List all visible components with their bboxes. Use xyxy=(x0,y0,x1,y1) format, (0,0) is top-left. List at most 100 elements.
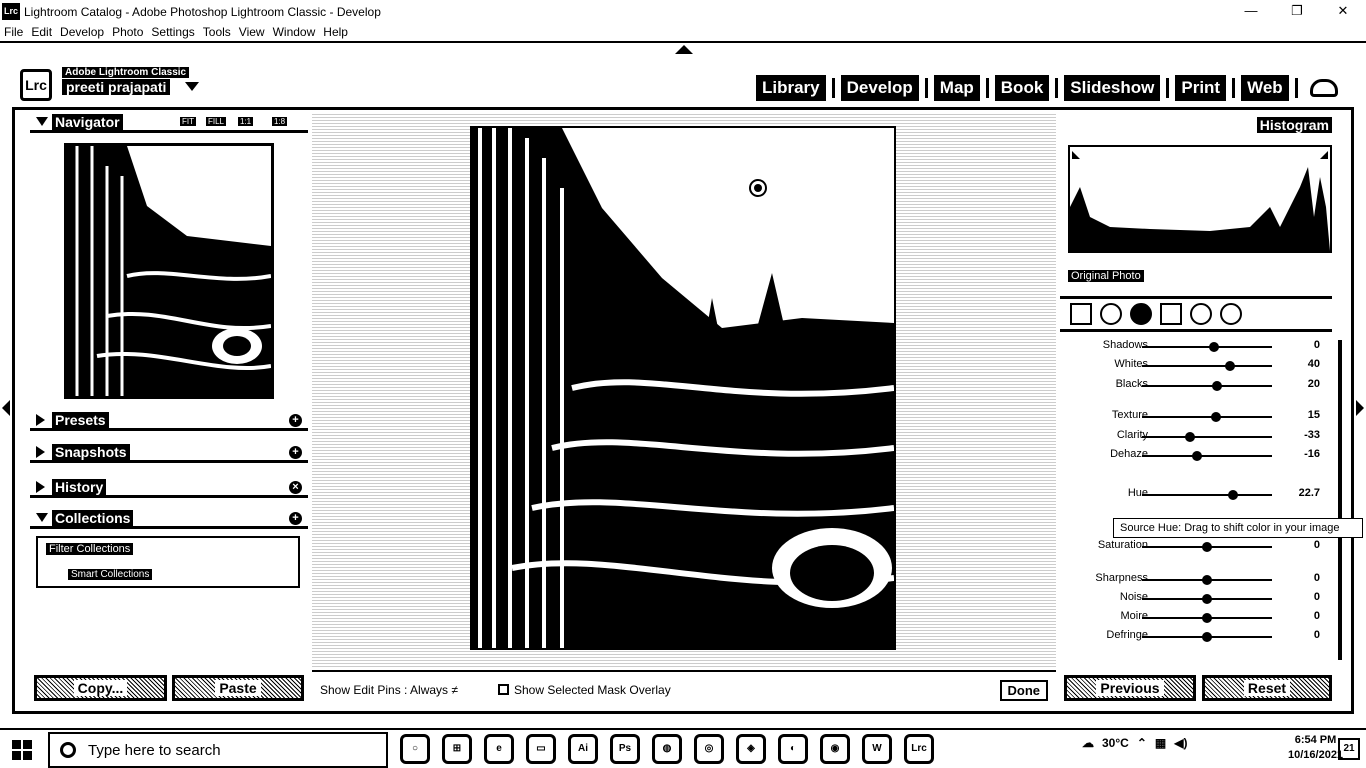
previous-button[interactable]: Previous xyxy=(1064,675,1196,701)
sharpness-knob[interactable] xyxy=(1202,575,1212,585)
moire-value[interactable]: 0 xyxy=(1296,610,1320,622)
brush-icon[interactable] xyxy=(1220,303,1242,325)
user-name[interactable]: preeti prajapati xyxy=(62,79,171,95)
zoom-1-1[interactable]: 1:1 xyxy=(238,117,254,126)
chevron-down-icon[interactable] xyxy=(185,82,199,91)
filter-collections-input[interactable]: Filter Collections xyxy=(46,543,134,555)
navigator-preview[interactable] xyxy=(64,143,274,399)
histogram-label[interactable]: Histogram xyxy=(1256,117,1332,133)
module-web[interactable]: Web xyxy=(1241,75,1289,101)
add-preset-icon[interactable]: + xyxy=(289,414,302,427)
network-icon[interactable]: ▦ xyxy=(1155,736,1166,750)
volume-icon[interactable]: ◀) xyxy=(1174,736,1187,750)
chrome-icon[interactable]: ◎ xyxy=(694,734,724,764)
radial-filter-icon[interactable] xyxy=(1190,303,1212,325)
temperature[interactable]: 30°C xyxy=(1102,736,1129,750)
zoom-fill[interactable]: FILL xyxy=(206,117,227,126)
app-icon[interactable]: ◐ xyxy=(778,734,808,764)
show-mask-checkbox[interactable] xyxy=(498,684,509,695)
lightroom-taskbar-icon[interactable]: Lrc xyxy=(904,734,934,764)
module-book[interactable]: Book xyxy=(994,75,1050,101)
dehaze-value[interactable]: -16 xyxy=(1296,448,1320,460)
clarity-slider[interactable] xyxy=(1142,436,1272,438)
whites-knob[interactable] xyxy=(1225,361,1236,371)
saturation-knob[interactable] xyxy=(1202,542,1212,552)
module-develop[interactable]: Develop xyxy=(840,75,919,101)
hue-slider[interactable] xyxy=(1142,494,1272,496)
menu-help[interactable]: Help xyxy=(319,24,352,41)
hue-value[interactable]: 22.7 xyxy=(1296,487,1320,499)
blacks-knob[interactable] xyxy=(1212,381,1223,391)
texture-knob[interactable] xyxy=(1211,412,1222,422)
edge-icon[interactable]: e xyxy=(484,734,514,764)
red-eye-icon[interactable] xyxy=(1130,303,1152,325)
notifications-icon[interactable]: 21 xyxy=(1338,738,1360,760)
sharpness-value[interactable]: 0 xyxy=(1296,572,1320,584)
right-panel-scrollbar[interactable] xyxy=(1338,340,1342,660)
history-header[interactable]: History × xyxy=(30,478,308,498)
noise-value[interactable]: 0 xyxy=(1296,591,1320,603)
cortana-icon[interactable]: ○ xyxy=(400,734,430,764)
menu-develop[interactable]: Develop xyxy=(56,24,108,41)
hue-knob[interactable] xyxy=(1228,490,1238,500)
add-snapshot-icon[interactable]: + xyxy=(289,446,302,459)
crop-tool-icon[interactable] xyxy=(1070,303,1092,325)
clarity-value[interactable]: -33 xyxy=(1296,429,1320,441)
reset-button[interactable]: Reset xyxy=(1202,675,1332,701)
defringe-knob[interactable] xyxy=(1202,632,1212,642)
dehaze-knob[interactable] xyxy=(1191,451,1202,461)
copy-button[interactable]: Copy... xyxy=(34,675,167,701)
add-collection-icon[interactable]: + xyxy=(289,512,302,525)
moire-knob[interactable] xyxy=(1202,613,1212,623)
module-slideshow[interactable]: Slideshow xyxy=(1064,75,1161,101)
whites-value[interactable]: 40 xyxy=(1296,358,1320,370)
collections-header[interactable]: Collections + xyxy=(30,509,308,529)
presets-header[interactable]: Presets + xyxy=(30,411,308,431)
whites-slider[interactable] xyxy=(1142,365,1272,367)
task-view-icon[interactable]: ⊞ xyxy=(442,734,472,764)
shadows-slider[interactable] xyxy=(1142,346,1272,348)
texture-value[interactable]: 15 xyxy=(1296,409,1320,421)
close-button[interactable]: ✕ xyxy=(1320,0,1366,22)
word-icon[interactable]: W xyxy=(862,734,892,764)
restore-button[interactable]: ❐ xyxy=(1274,0,1320,22)
menu-settings[interactable]: Settings xyxy=(147,24,198,41)
top-panel-toggle-icon[interactable] xyxy=(675,45,693,54)
spot-removal-icon[interactable] xyxy=(1100,303,1122,325)
menu-window[interactable]: Window xyxy=(269,24,320,41)
module-map[interactable]: Map xyxy=(933,75,980,101)
taskbar-search[interactable]: Type here to search xyxy=(48,732,388,768)
menu-tools[interactable]: Tools xyxy=(199,24,235,41)
taskbar-clock[interactable]: 6:54 PM 10/16/2021 xyxy=(1288,733,1343,763)
done-button[interactable]: Done xyxy=(999,680,1048,701)
defringe-value[interactable]: 0 xyxy=(1296,629,1320,641)
smart-collections-item[interactable]: Smart Collections xyxy=(68,569,153,580)
blacks-value[interactable]: 20 xyxy=(1296,378,1320,390)
right-panel-toggle-icon[interactable] xyxy=(1356,400,1364,416)
navigator-header[interactable]: Navigator FIT FILL 1:1 1:8 xyxy=(30,113,308,133)
windows-start-icon[interactable] xyxy=(12,740,32,760)
zoom-fit[interactable]: FIT xyxy=(180,117,196,126)
weather-icon[interactable]: ☁ xyxy=(1082,736,1094,750)
snapshots-header[interactable]: Snapshots + xyxy=(30,443,308,463)
module-print[interactable]: Print xyxy=(1175,75,1227,101)
show-edit-pins-select[interactable]: Show Edit Pins : Always ≠ xyxy=(320,683,458,697)
module-library[interactable]: Library xyxy=(756,75,826,101)
main-photo[interactable] xyxy=(470,126,896,650)
cloud-icon[interactable] xyxy=(1309,79,1338,97)
graduated-filter-icon[interactable] xyxy=(1160,303,1182,325)
photoshop-icon[interactable]: Ps xyxy=(610,734,640,764)
noise-knob[interactable] xyxy=(1202,594,1212,604)
saturation-value[interactable]: 0 xyxy=(1296,539,1320,551)
left-panel-toggle-icon[interactable] xyxy=(2,400,10,416)
menu-edit[interactable]: Edit xyxy=(27,24,56,41)
shadows-knob[interactable] xyxy=(1208,342,1219,352)
file-explorer-icon[interactable]: ▭ xyxy=(526,734,556,764)
menu-file[interactable]: File xyxy=(0,24,27,41)
app-icon[interactable]: ◉ xyxy=(820,734,850,764)
dehaze-slider[interactable] xyxy=(1142,455,1272,457)
app-icon[interactable]: ◍ xyxy=(652,734,682,764)
shadows-value[interactable]: 0 xyxy=(1296,339,1320,351)
menu-photo[interactable]: Photo xyxy=(108,24,147,41)
paste-button[interactable]: Paste xyxy=(172,675,304,701)
